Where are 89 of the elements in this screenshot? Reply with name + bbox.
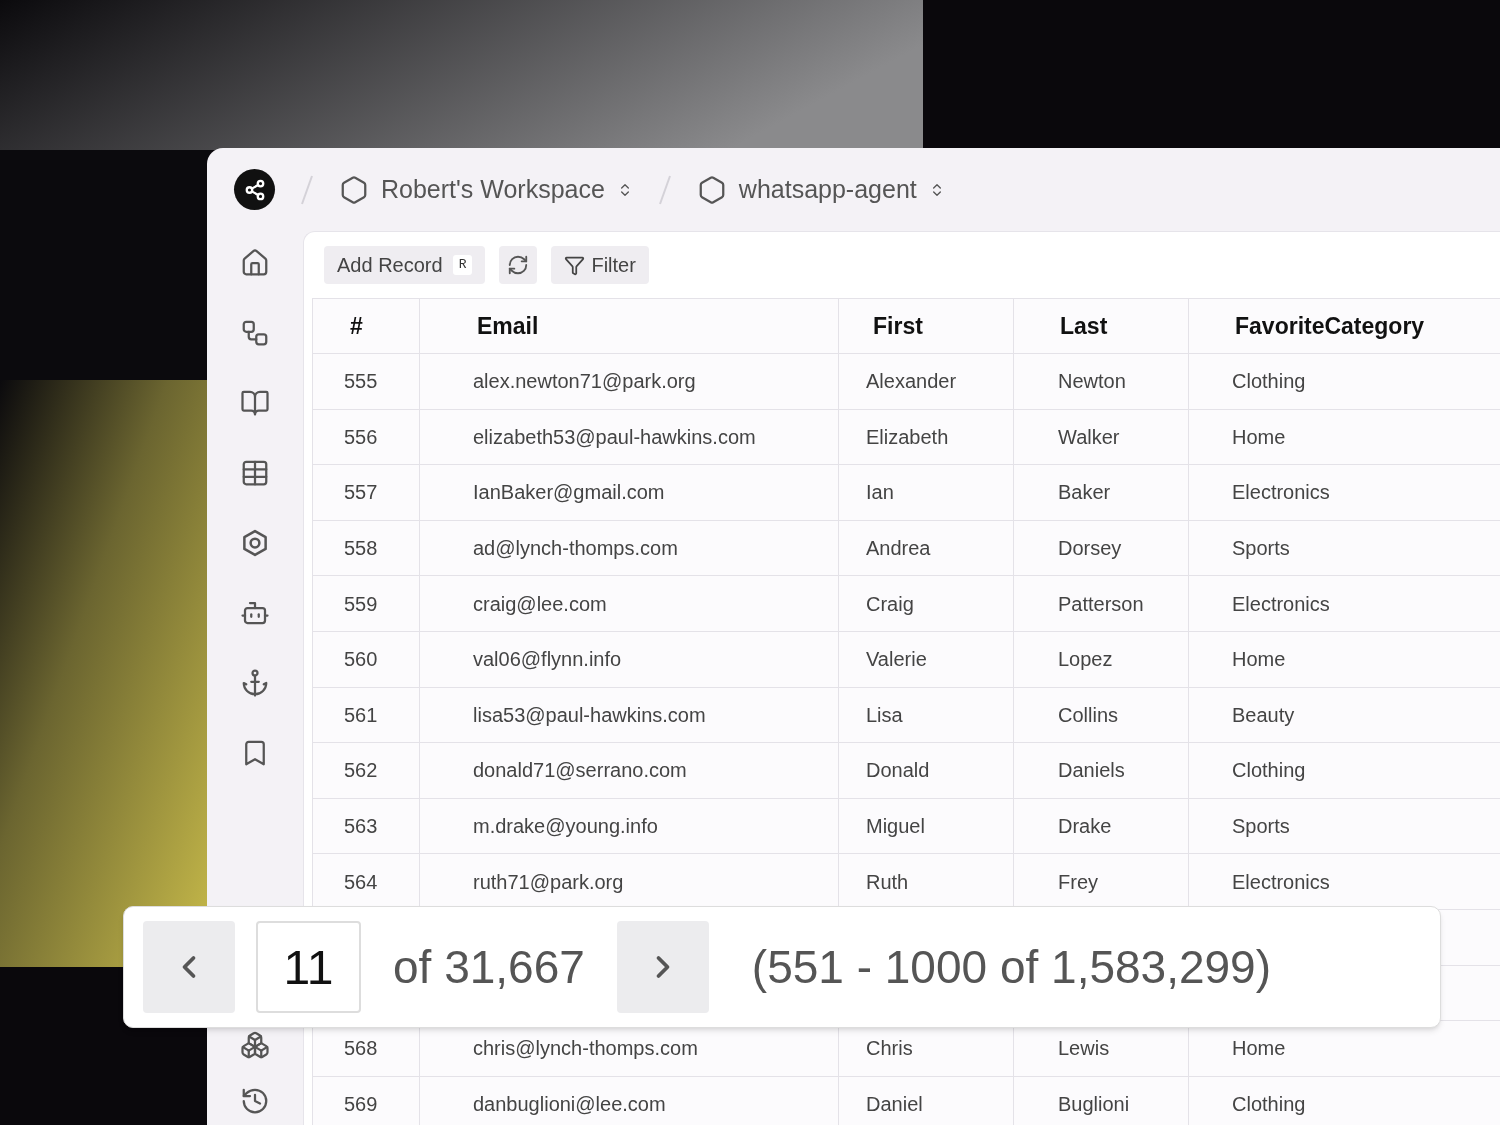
table-cell-text: Clothing xyxy=(1232,369,1306,395)
hexagon-icon[interactable] xyxy=(240,528,270,558)
table-cell-text: Sports xyxy=(1232,814,1290,840)
hexagon-icon xyxy=(339,174,369,205)
table-cell-text: Craig xyxy=(866,591,914,617)
table-cell-text: Dorsey xyxy=(1058,536,1122,562)
table-cell-text: Lewis xyxy=(1058,1036,1110,1062)
page-count: of 31,667 xyxy=(393,939,585,995)
table-cell-text: Chris xyxy=(866,1036,913,1062)
table-cell-text: ruth71@park.org xyxy=(473,869,624,895)
share-icon xyxy=(243,178,266,201)
table-cell-text: donald71@serrano.com xyxy=(473,758,687,784)
column-header[interactable]: Last xyxy=(1060,308,1108,344)
table-cell-text: 561 xyxy=(344,702,378,728)
table-cell-text: Clothing xyxy=(1232,758,1306,784)
table-cell-text: Frey xyxy=(1058,869,1098,895)
slash-separator-icon xyxy=(301,174,313,205)
table-cell-text: chris@lynch-thomps.com xyxy=(473,1036,698,1062)
table-cell-text: Newton xyxy=(1058,369,1126,395)
table-cell-text: danbuglioni@lee.com xyxy=(473,1092,666,1117)
boxes-icon[interactable] xyxy=(240,1030,270,1060)
table-cell-text: Lopez xyxy=(1058,647,1113,673)
table-cell-text: 560 xyxy=(344,647,378,673)
anchor-icon[interactable] xyxy=(240,668,270,698)
table-cell-text: IanBaker@gmail.com xyxy=(473,480,665,506)
table-cell-text: elizabeth53@paul-hawkins.com xyxy=(473,424,756,450)
table-cell-text: Daniels xyxy=(1058,758,1125,784)
table-cell-text: Walker xyxy=(1058,424,1120,450)
table-cell-text: Baker xyxy=(1058,480,1111,506)
table-cell-text: lisa53@paul-hawkins.com xyxy=(473,702,706,728)
table-cell-text: 557 xyxy=(344,480,378,506)
table-cell-text: 558 xyxy=(344,536,378,562)
table-cell-text: Collins xyxy=(1058,702,1119,728)
table-cell-text: 568 xyxy=(344,1036,378,1062)
table-cell-text: Miguel xyxy=(866,814,925,840)
table-cell-text: Electronics xyxy=(1232,591,1330,617)
table-cell-text: 562 xyxy=(344,758,378,784)
table-cell-text: ad@lynch-thomps.com xyxy=(473,536,678,562)
refresh-icon xyxy=(507,254,530,276)
table-cell-text: Daniel xyxy=(866,1092,923,1117)
table-cell-text: Buglioni xyxy=(1058,1092,1130,1117)
table-cell-text: Lisa xyxy=(866,702,903,728)
workflow-icon[interactable] xyxy=(240,318,270,348)
column-header[interactable]: First xyxy=(873,308,923,344)
table-cell-text: 569 xyxy=(344,1092,378,1117)
table-cell-text: Clothing xyxy=(1232,1092,1306,1117)
table-cell-text: Donald xyxy=(866,758,930,784)
table-cell-text: 564 xyxy=(344,869,378,895)
table-cell-text: Patterson xyxy=(1058,591,1144,617)
table-icon[interactable] xyxy=(240,458,270,488)
history-icon[interactable] xyxy=(240,1086,270,1116)
table-cell-text: 556 xyxy=(344,424,378,450)
table-cell-text: Electronics xyxy=(1232,480,1330,506)
table-cell-text: Elizabeth xyxy=(866,424,949,450)
breadcrumb-dropdown[interactable]: Robert's Workspace xyxy=(339,170,633,209)
table-cell-text: Ian xyxy=(866,480,894,506)
table-cell-text: Home xyxy=(1232,1036,1286,1062)
table-cell-text: Sports xyxy=(1232,536,1290,562)
page-input[interactable]: 11 xyxy=(256,921,361,1013)
table-cell-text: Alexander xyxy=(866,369,957,395)
refresh-button[interactable] xyxy=(499,246,538,284)
table-cell-text: craig@lee.com xyxy=(473,591,607,617)
home-icon[interactable] xyxy=(240,248,270,278)
table-cell-text: m.drake@young.info xyxy=(473,814,658,840)
table-cell-text: Beauty xyxy=(1232,702,1295,728)
column-header[interactable]: Email xyxy=(477,308,539,344)
table-cell-text: val06@flynn.info xyxy=(473,647,622,673)
slash-separator-icon xyxy=(658,174,671,205)
column-header[interactable]: FavoriteCategory xyxy=(1235,308,1425,344)
shortcut-key: R xyxy=(452,255,473,275)
table-cell-text: Electronics xyxy=(1232,869,1330,895)
table-cell-text: Home xyxy=(1232,424,1286,450)
table-cell-text: 559 xyxy=(344,591,378,617)
column-header[interactable]: # xyxy=(350,308,363,344)
book-icon[interactable] xyxy=(240,388,270,418)
table-cell-text: Andrea xyxy=(866,536,931,562)
table-cell-text: Home xyxy=(1232,647,1286,673)
filter-button[interactable]: Filter xyxy=(551,246,649,284)
table-cell-text: Valerie xyxy=(866,647,927,673)
table-cell-text: 563 xyxy=(344,814,378,840)
table-cell-text: Drake xyxy=(1058,814,1112,840)
breadcrumb-dropdown[interactable]: whatsapp-agent xyxy=(696,170,945,209)
table-cell-text: Ruth xyxy=(866,869,909,895)
table-cell-text: alex.newton71@park.org xyxy=(473,369,696,395)
filter-icon xyxy=(564,254,586,276)
record-range: (551 - 1000 of 1,583,299) xyxy=(751,939,1271,995)
logo[interactable] xyxy=(234,169,275,210)
add-record-button[interactable]: Add Record R xyxy=(324,246,486,284)
table-cell-text: 555 xyxy=(344,369,378,395)
